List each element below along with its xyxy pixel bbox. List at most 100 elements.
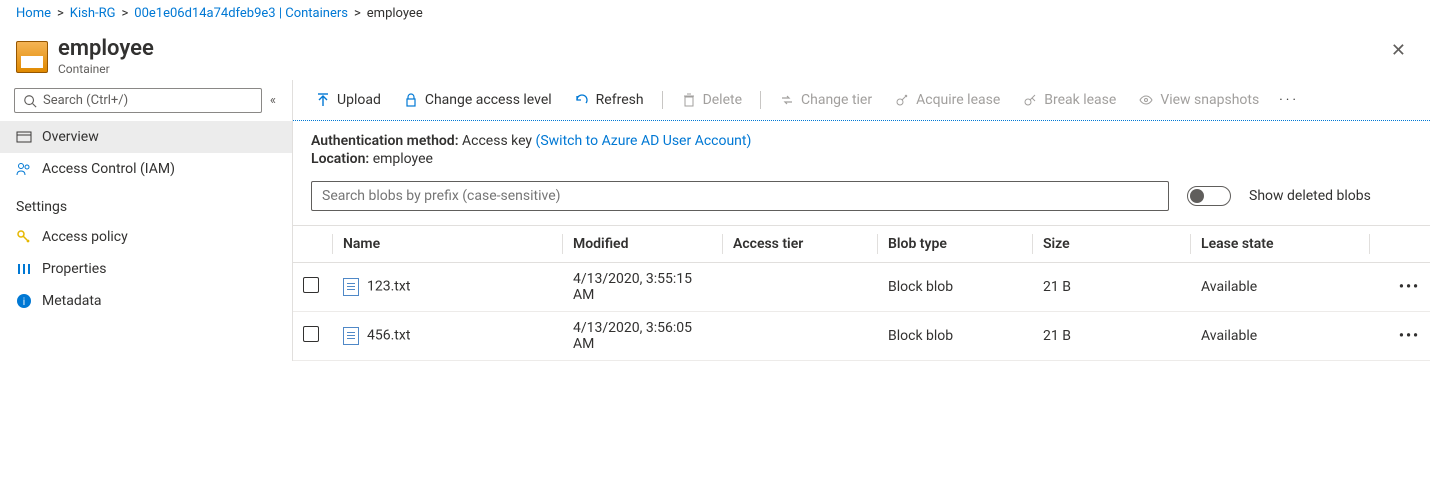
acquire-lease-button: Acquire lease	[884, 86, 1010, 114]
row-more-button[interactable]: •••	[1370, 271, 1430, 303]
column-header-blob-type[interactable]: Blob type	[878, 226, 1033, 262]
auth-method-value: Access key	[462, 133, 532, 149]
file-icon	[343, 327, 359, 345]
column-header-modified[interactable]: Modified	[563, 226, 723, 262]
overview-icon	[16, 129, 32, 145]
blob-name[interactable]: 123.txt	[367, 279, 410, 295]
location-value: employee	[373, 151, 433, 167]
collapse-sidebar-button[interactable]: «	[266, 89, 280, 112]
refresh-icon	[574, 92, 590, 108]
break-lease-button: Break lease	[1012, 86, 1126, 114]
container-icon	[16, 41, 48, 73]
people-icon	[16, 161, 32, 177]
breadcrumb-storage-account[interactable]: 00e1e06d14a74dfeb9e3 | Containers	[134, 6, 348, 21]
column-header-size[interactable]: Size	[1033, 226, 1191, 262]
blob-modified: 4/13/2020, 3:55:15 AM	[563, 263, 723, 311]
toolbar-label: Change access level	[425, 92, 552, 108]
blob-type: Block blob	[878, 320, 1033, 352]
switch-auth-link[interactable]: (Switch to Azure AD User Account)	[536, 133, 752, 149]
blob-search-input[interactable]	[311, 181, 1169, 211]
blob-size: 21 B	[1033, 320, 1191, 352]
breadcrumb: Home > Kish-RG > 00e1e06d14a74dfeb9e3 | …	[0, 0, 1430, 28]
toggle-knob	[1190, 189, 1204, 203]
toolbar-label: Delete	[703, 92, 742, 108]
breadcrumb-current: employee	[367, 6, 423, 21]
toolbar-divider	[760, 91, 761, 109]
sidebar-item-overview[interactable]: Overview	[0, 121, 292, 153]
toolbar-label: Upload	[337, 92, 381, 108]
lock-icon	[403, 92, 419, 108]
break-lease-icon	[1022, 92, 1038, 108]
info-block: Authentication method: Access key (Switc…	[293, 121, 1430, 173]
change-access-level-button[interactable]: Change access level	[393, 86, 562, 114]
sidebar-item-access-control[interactable]: Access Control (IAM)	[0, 153, 292, 185]
toolbar-label: Change tier	[801, 92, 872, 108]
breadcrumb-resource-group[interactable]: Kish-RG	[70, 6, 116, 21]
location-line: Location: employee	[311, 151, 1412, 167]
refresh-button[interactable]: Refresh	[564, 86, 654, 114]
sidebar-item-label: Metadata	[42, 293, 102, 309]
view-snapshots-button: View snapshots	[1128, 86, 1269, 114]
sidebar-item-label: Properties	[42, 261, 106, 277]
grid-header-row: Name Modified Access tier Blob type Size…	[293, 225, 1430, 263]
search-icon	[23, 94, 37, 108]
acquire-lease-icon	[894, 92, 910, 108]
chevron-right-icon: >	[57, 6, 64, 21]
sidebar-search[interactable]: Search (Ctrl+/)	[14, 88, 262, 113]
properties-icon	[16, 261, 32, 277]
sidebar-item-label: Access policy	[42, 229, 128, 245]
auth-method-label: Authentication method:	[311, 133, 459, 149]
show-deleted-label: Show deleted blobs	[1249, 188, 1371, 204]
sidebar-search-placeholder: Search (Ctrl+/)	[43, 93, 128, 108]
chevron-right-icon: >	[121, 6, 128, 21]
sidebar-item-metadata[interactable]: i Metadata	[0, 285, 292, 317]
show-deleted-toggle[interactable]	[1187, 186, 1231, 206]
chevron-right-icon: >	[354, 6, 361, 21]
blob-grid: Name Modified Access tier Blob type Size…	[293, 225, 1430, 361]
toolbar-label: Acquire lease	[916, 92, 1000, 108]
eye-icon	[1138, 92, 1154, 108]
sidebar-item-label: Access Control (IAM)	[42, 161, 175, 177]
breadcrumb-home[interactable]: Home	[16, 6, 51, 21]
toolbar: Upload Change access level Refresh Delet…	[293, 80, 1430, 121]
close-icon[interactable]: ✕	[1383, 38, 1414, 63]
blob-search-row: Show deleted blobs	[293, 173, 1430, 215]
blob-size: 21 B	[1033, 271, 1191, 303]
auth-method-line: Authentication method: Access key (Switc…	[311, 133, 1412, 149]
table-row[interactable]: 456.txt 4/13/2020, 3:56:05 AM Block blob…	[293, 312, 1430, 361]
row-more-button[interactable]: •••	[1370, 320, 1430, 352]
sidebar-item-access-policy[interactable]: Access policy	[0, 221, 292, 253]
row-checkbox[interactable]	[303, 326, 319, 342]
info-icon: i	[16, 293, 32, 309]
delete-button: Delete	[671, 86, 752, 114]
blob-type: Block blob	[878, 271, 1033, 303]
upload-icon	[315, 92, 331, 108]
page-title: employee	[58, 38, 154, 60]
toolbar-more-button[interactable]: · · ·	[1271, 87, 1304, 114]
sidebar-section-settings: Settings	[0, 185, 292, 221]
column-header-checkbox	[293, 226, 333, 262]
toolbar-label: Refresh	[596, 92, 644, 108]
table-row[interactable]: 123.txt 4/13/2020, 3:55:15 AM Block blob…	[293, 263, 1430, 312]
key-icon	[16, 229, 32, 245]
blob-name[interactable]: 456.txt	[367, 328, 410, 344]
page-header: employee Container ✕	[0, 28, 1430, 80]
upload-button[interactable]: Upload	[305, 86, 391, 114]
column-header-access-tier[interactable]: Access tier	[723, 226, 878, 262]
change-tier-button: Change tier	[769, 86, 882, 114]
change-tier-icon	[779, 92, 795, 108]
file-icon	[343, 278, 359, 296]
main-content: Upload Change access level Refresh Delet…	[292, 80, 1430, 361]
toolbar-label: Break lease	[1044, 92, 1116, 108]
column-header-lease-state[interactable]: Lease state	[1191, 226, 1370, 262]
column-header-actions	[1370, 226, 1430, 262]
blob-lease-state: Available	[1191, 320, 1370, 352]
sidebar-item-properties[interactable]: Properties	[0, 253, 292, 285]
blob-lease-state: Available	[1191, 271, 1370, 303]
sidebar-item-label: Overview	[42, 129, 99, 145]
location-label: Location:	[311, 151, 369, 167]
blob-modified: 4/13/2020, 3:56:05 AM	[563, 312, 723, 360]
page-subtitle: Container	[58, 62, 154, 76]
column-header-name[interactable]: Name	[333, 226, 563, 262]
row-checkbox[interactable]	[303, 277, 319, 293]
